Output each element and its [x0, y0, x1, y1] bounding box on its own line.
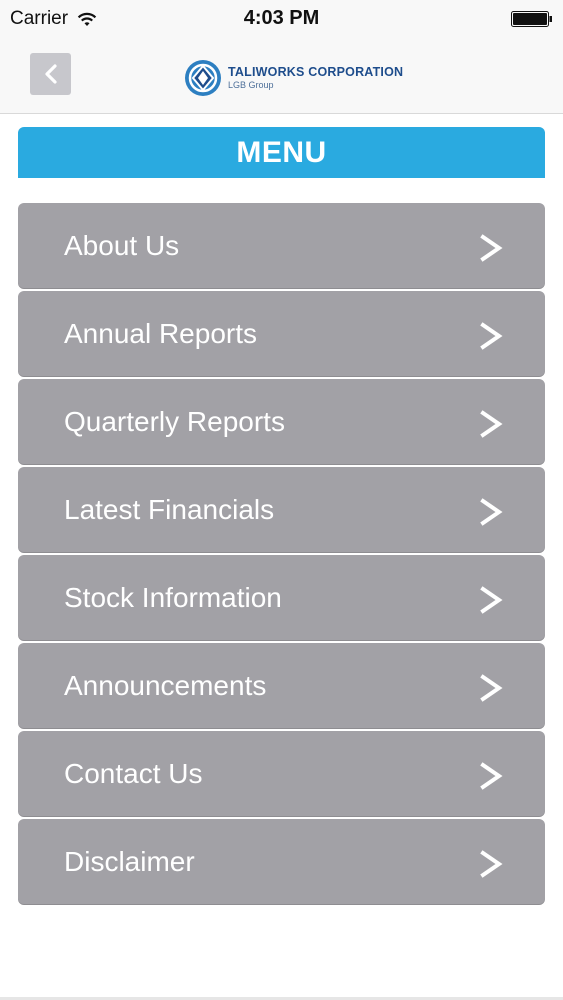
menu-item-announcements[interactable]: Announcements	[18, 643, 545, 729]
back-button[interactable]	[30, 53, 71, 95]
menu-item-quarterly-reports[interactable]: Quarterly Reports	[18, 379, 545, 465]
chevron-right-icon	[480, 410, 503, 438]
chevron-right-icon	[480, 498, 503, 526]
chevron-right-icon	[480, 586, 503, 614]
menu-item-label: Quarterly Reports	[64, 406, 285, 437]
menu-item-label: Disclaimer	[64, 846, 195, 877]
menu-item-contact-us[interactable]: Contact Us	[18, 731, 545, 817]
menu-item-label: About Us	[64, 230, 180, 261]
battery-icon	[511, 11, 552, 27]
chevron-right-icon	[480, 674, 503, 702]
menu-list: About Us Annual Reports Quarterly Report…	[18, 203, 545, 907]
menu-item-label: Announcements	[64, 670, 267, 701]
chevron-right-icon	[480, 234, 503, 262]
menu-item-label: Latest Financials	[64, 494, 275, 525]
logo-subtitle: LGB Group	[228, 79, 274, 90]
chevron-right-icon	[480, 762, 503, 790]
navigation-bar: TALIWORKS CORPORATION LGB Group	[0, 38, 563, 114]
menu-item-latest-financials[interactable]: Latest Financials	[18, 467, 545, 553]
company-logo: TALIWORKS CORPORATION LGB Group	[184, 58, 403, 98]
chevron-right-icon	[480, 850, 503, 878]
status-time: 4:03 PM	[243, 7, 320, 29]
menu-item-stock-information[interactable]: Stock Information	[18, 555, 545, 641]
logo-title: TALIWORKS CORPORATION	[228, 65, 404, 80]
menu-item-label: Contact Us	[64, 758, 203, 789]
menu-item-annual-reports[interactable]: Annual Reports	[18, 291, 545, 377]
menu-item-about-us[interactable]: About Us	[18, 203, 545, 289]
menu-item-label: Annual Reports	[64, 318, 258, 349]
status-bar: Carrier 4:03 PM	[0, 0, 563, 38]
menu-item-label: Stock Information	[64, 582, 282, 613]
logo-text: TALIWORKS CORPORATION LGB Group	[228, 66, 403, 90]
menu-item-disclaimer[interactable]: Disclaimer	[18, 819, 545, 905]
menu-title: MENU	[18, 127, 545, 178]
chevron-right-icon	[480, 322, 503, 350]
taliworks-logo-icon	[185, 60, 221, 96]
chevron-left-icon	[44, 64, 57, 84]
